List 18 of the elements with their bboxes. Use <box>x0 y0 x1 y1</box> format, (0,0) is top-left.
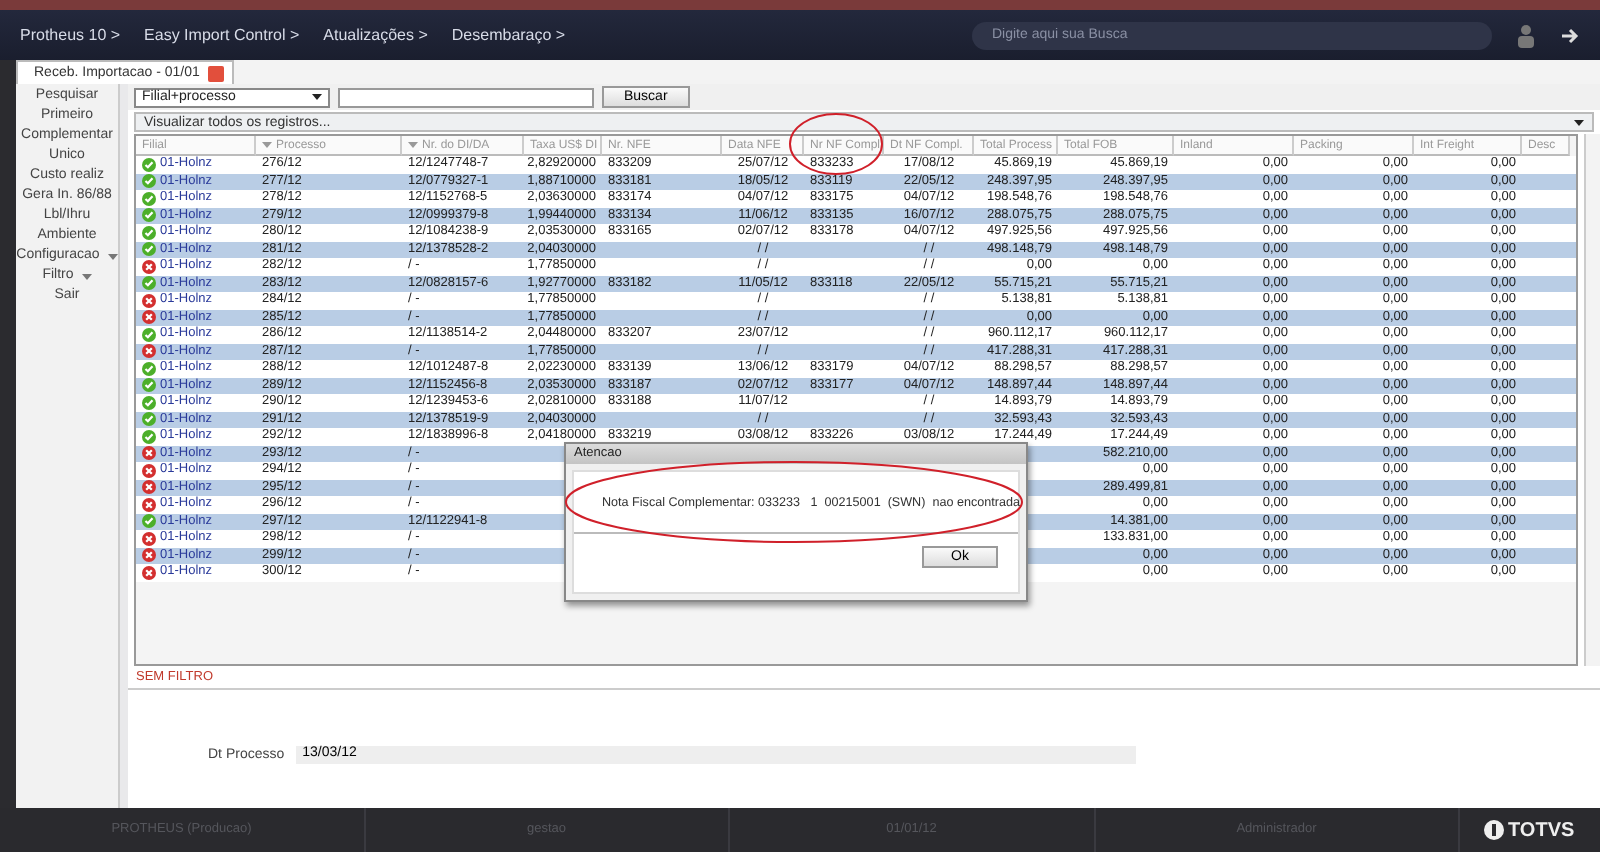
sort-icon <box>408 142 418 148</box>
caret-icon <box>312 94 322 100</box>
breadcrumb-link[interactable]: Protheus 10 > <box>20 26 121 44</box>
caret-icon <box>107 253 118 259</box>
logo-text: TOTVS <box>1508 819 1575 841</box>
exit-icon[interactable] <box>1560 23 1580 47</box>
close-icon[interactable] <box>207 65 224 81</box>
breadcrumb-link[interactable]: Atualizações > <box>323 26 428 44</box>
scrollbar[interactable] <box>1584 134 1600 666</box>
search-input[interactable] <box>338 87 594 107</box>
caret-icon <box>1574 119 1584 125</box>
caret-icon <box>81 273 92 279</box>
breadcrumb-link[interactable]: Easy Import Control > <box>144 26 300 44</box>
annotation-ellipse <box>788 112 884 176</box>
logo-icon <box>1484 820 1504 840</box>
sort-icon <box>262 142 272 148</box>
breadcrumb-link[interactable]: Desembaraço > <box>451 26 566 44</box>
user-icon[interactable] <box>1516 23 1536 47</box>
